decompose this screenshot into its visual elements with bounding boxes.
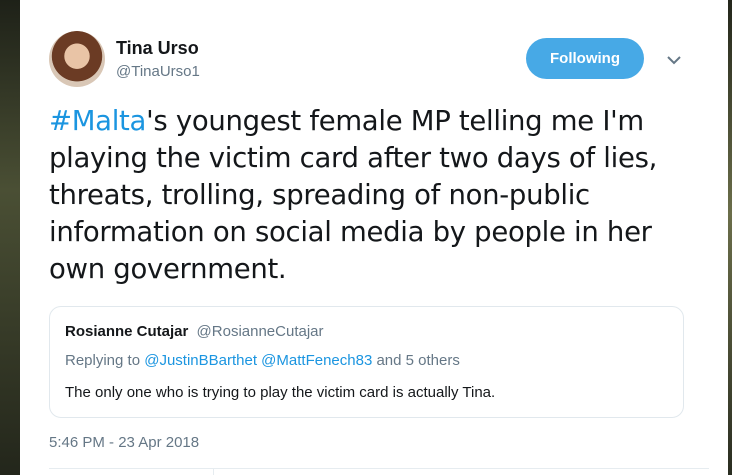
quoted-author-name: Rosianne Cutajar — [65, 323, 189, 340]
replying-prefix: Replying to — [65, 352, 141, 369]
tweet-timestamp[interactable]: 5:46 PM - 23 Apr 2018 — [49, 434, 199, 451]
divider-tick — [213, 468, 214, 475]
following-button[interactable]: Following — [526, 38, 644, 79]
quoted-tweet[interactable]: Rosianne Cutajar @RosianneCutajar Replyi… — [49, 306, 684, 418]
replying-suffix: and 5 others — [376, 352, 460, 369]
tweet-card: Tina Urso @TinaUrso1 Following #Malta's … — [20, 0, 728, 475]
chevron-down-icon[interactable] — [664, 52, 684, 68]
quoted-tweet-header: Rosianne Cutajar @RosianneCutajar — [65, 323, 324, 340]
tweet-text: #Malta's youngest female MP telling me I… — [49, 103, 709, 288]
author-name[interactable]: Tina Urso — [116, 38, 199, 59]
replying-users[interactable]: @JustinBBarthet @MattFenech83 — [144, 352, 372, 369]
hashtag-link[interactable]: #Malta — [49, 105, 146, 137]
background-left-edge — [0, 0, 20, 475]
author-handle[interactable]: @TinaUrso1 — [116, 63, 200, 80]
replying-to-line: Replying to @JustinBBarthet @MattFenech8… — [65, 352, 460, 369]
quoted-tweet-text: The only one who is trying to play the v… — [65, 384, 496, 401]
avatar[interactable] — [49, 31, 105, 87]
quoted-author-handle: @RosianneCutajar — [196, 323, 324, 340]
divider — [49, 468, 709, 469]
